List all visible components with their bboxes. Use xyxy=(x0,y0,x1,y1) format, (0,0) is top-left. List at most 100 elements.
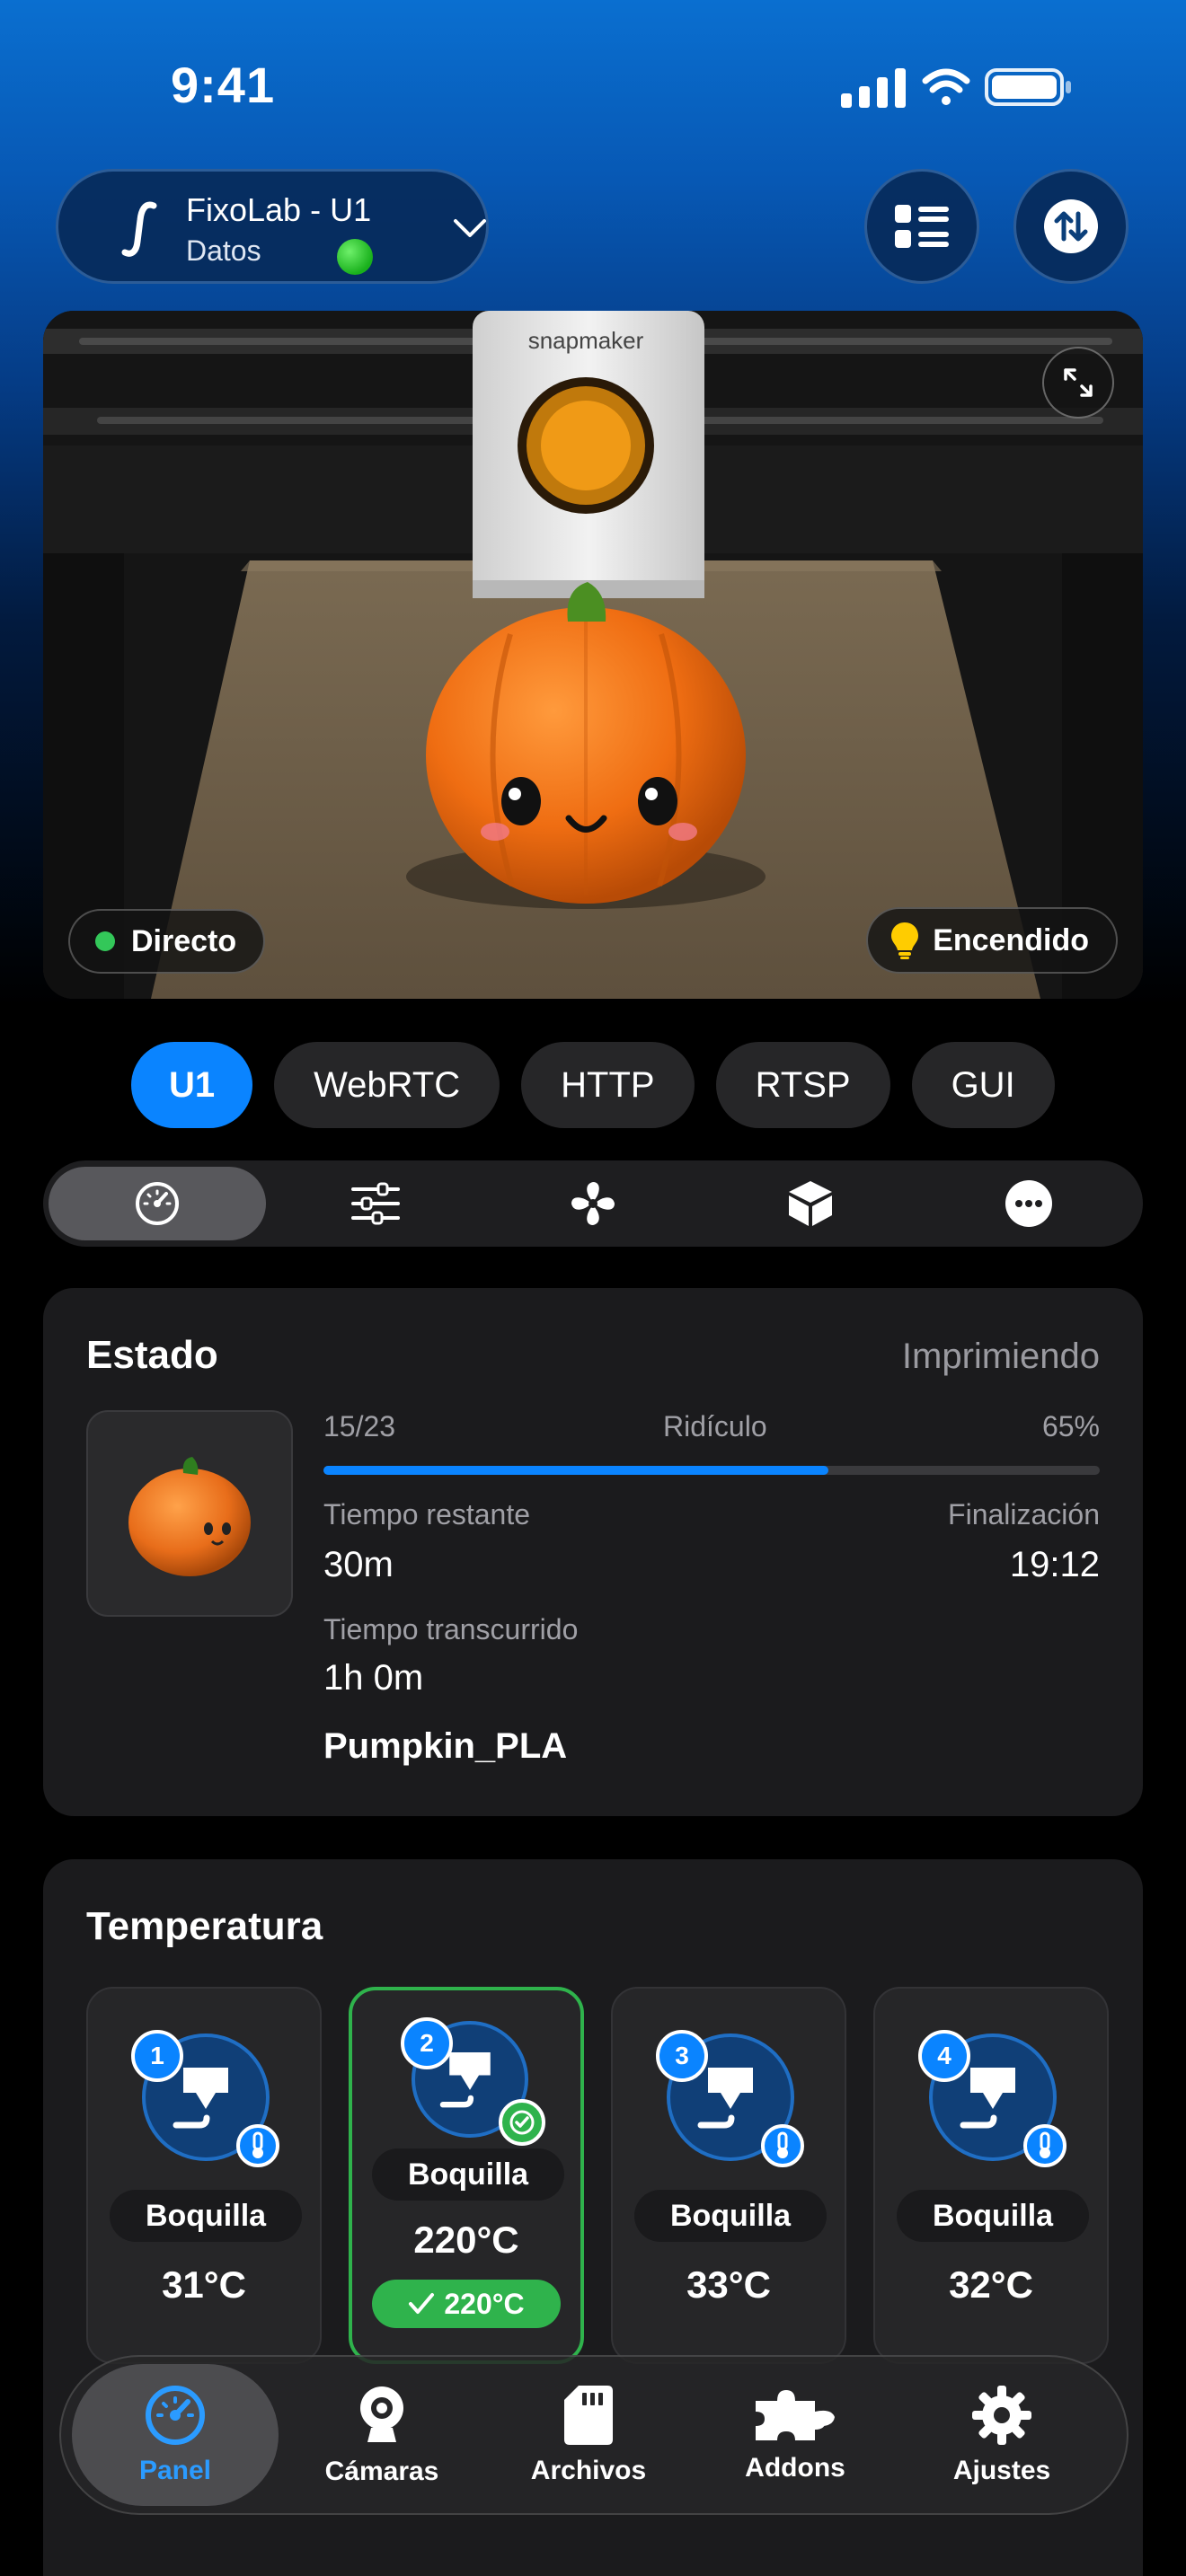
nozzle-temperature: 220°C xyxy=(413,2219,519,2261)
fan-icon xyxy=(571,1182,615,1225)
checkmark-icon xyxy=(409,2293,435,2314)
segment-filament[interactable] xyxy=(702,1167,919,1240)
nozzle-label: Boquilla xyxy=(110,2190,302,2242)
camera-feed[interactable]: snapmaker Directo Encendido xyxy=(43,311,1143,999)
nozzle-tiles: 1 Boquilla 31°C 2 Boquilla 220°C 220°C 3… xyxy=(86,1987,1109,2364)
chip-gui[interactable]: GUI xyxy=(911,1042,1055,1128)
live-dot xyxy=(95,931,115,951)
tab-label: Cámaras xyxy=(324,2457,439,2486)
status-card-title: Estado xyxy=(86,1333,218,1377)
remaining-value: 30m xyxy=(323,1545,394,1584)
file-name: Pumpkin_PLA xyxy=(323,1726,568,1766)
tab-cameras[interactable]: Cámaras xyxy=(279,2364,485,2506)
printer-subtitle: Datos xyxy=(186,234,261,267)
panel-segmented-control xyxy=(43,1160,1143,1247)
remaining-label: Tiempo restante xyxy=(323,1498,531,1531)
check-circle-icon xyxy=(499,2099,545,2146)
speed-mode: Ridículo xyxy=(663,1410,767,1442)
sd-card-icon xyxy=(564,2386,613,2445)
tab-label: Ajustes xyxy=(952,2456,1051,2485)
puzzle-icon xyxy=(756,2390,835,2440)
gauge-icon xyxy=(136,1182,180,1225)
nozzle-number-badge: 2 xyxy=(401,2017,453,2069)
tab-bar: Panel Cámaras Archivos Addons Ajustes xyxy=(59,2355,1128,2515)
progress-bar xyxy=(323,1466,1100,1475)
fixolab-logo-icon xyxy=(121,201,157,257)
expand-icon xyxy=(1064,368,1093,397)
segment-fans[interactable] xyxy=(484,1167,702,1240)
gear-icon xyxy=(972,2386,1031,2445)
list-view-button[interactable] xyxy=(864,169,979,284)
chevron-down-icon xyxy=(454,219,486,237)
nozzle-temperature: 31°C xyxy=(162,2263,246,2306)
light-toggle-button[interactable]: Encendido xyxy=(866,907,1118,974)
live-badge: Directo xyxy=(68,909,266,974)
light-label: Encendido xyxy=(933,922,1089,957)
layer-progress: 15/23 xyxy=(323,1410,396,1442)
box-icon xyxy=(789,1181,833,1226)
nozzle-temperature: 32°C xyxy=(949,2263,1033,2306)
printer-name: FixoLab - U1 xyxy=(186,191,372,228)
temperature-card-title: Temperatura xyxy=(86,1904,323,1948)
finish-value: 19:12 xyxy=(1009,1545,1100,1584)
pumpkin-thumbnail-image xyxy=(128,1457,251,1576)
camera-source-chips: U1 WebRTC HTTP RTSP GUI xyxy=(131,1042,1055,1128)
more-icon xyxy=(1005,1180,1052,1227)
thermometer-icon xyxy=(761,2124,804,2167)
chip-u1[interactable]: U1 xyxy=(131,1042,253,1128)
nozzle-label: Boquilla xyxy=(634,2190,827,2242)
tab-panel[interactable]: Panel xyxy=(72,2364,279,2506)
status-icons xyxy=(841,68,1071,108)
finish-label: Finalización xyxy=(948,1498,1100,1531)
transfer-button[interactable] xyxy=(1013,169,1128,284)
gauge-icon xyxy=(146,2386,205,2445)
status-card: Estado Imprimiendo 15/23 Ridículo 65% Ti… xyxy=(43,1288,1143,1816)
connection-status-dot xyxy=(337,239,373,275)
tab-label: Archivos xyxy=(530,2456,647,2485)
nozzle-label: Boquilla xyxy=(897,2190,1089,2242)
chip-webrtc[interactable]: WebRTC xyxy=(274,1042,500,1128)
nozzle-tile-3[interactable]: 3 Boquilla 33°C xyxy=(611,1987,846,2364)
tab-label: Panel xyxy=(138,2456,212,2485)
sliders-icon xyxy=(350,1182,400,1225)
chip-http[interactable]: HTTP xyxy=(521,1042,695,1128)
nozzle-tile-2[interactable]: 2 Boquilla 220°C 220°C xyxy=(349,1987,584,2364)
nozzle-tile-1[interactable]: 1 Boquilla 31°C xyxy=(86,1987,322,2364)
tab-files[interactable]: Archivos xyxy=(485,2364,692,2506)
tab-label: Addons xyxy=(745,2453,845,2483)
tab-addons[interactable]: Addons xyxy=(692,2364,898,2506)
list-icon xyxy=(895,205,949,248)
segment-more[interactable] xyxy=(920,1167,1137,1240)
elapsed-label: Tiempo transcurrido xyxy=(323,1613,579,1645)
elapsed-value: 1h 0m xyxy=(323,1658,424,1698)
chip-rtsp[interactable]: RTSP xyxy=(715,1042,890,1128)
tab-settings[interactable]: Ajustes xyxy=(898,2364,1105,2506)
nozzle-tile-4[interactable]: 4 Boquilla 32°C xyxy=(873,1987,1109,2364)
wifi-icon xyxy=(922,68,970,105)
printer-selector[interactable]: FixoLab - U1 Datos xyxy=(56,169,489,284)
printer-brand-text: snapmaker xyxy=(528,327,644,354)
nozzle-number-badge: 4 xyxy=(918,2030,970,2082)
nozzle-label: Boquilla xyxy=(372,2148,564,2201)
webcam-icon xyxy=(360,2386,403,2442)
fullscreen-button[interactable] xyxy=(1042,347,1114,419)
nozzle-number-badge: 1 xyxy=(131,2030,183,2082)
print-status: Imprimiendo xyxy=(901,1337,1100,1376)
model-thumbnail[interactable] xyxy=(86,1410,293,1617)
thermometer-icon xyxy=(1023,2124,1067,2167)
nozzle-temperature: 33°C xyxy=(686,2263,771,2306)
camera-image: snapmaker xyxy=(43,311,1143,999)
segment-dashboard[interactable] xyxy=(49,1167,267,1240)
arrows-up-down-icon xyxy=(1044,199,1098,253)
cellular-signal-icon xyxy=(841,68,906,108)
segment-settings[interactable] xyxy=(266,1167,483,1240)
lightbulb-icon xyxy=(891,922,919,959)
nozzle-number-badge: 3 xyxy=(656,2030,708,2082)
status-time: 9:41 xyxy=(171,57,276,113)
thermometer-icon xyxy=(236,2124,279,2167)
battery-icon xyxy=(985,68,1071,106)
target-temperature: 220°C xyxy=(444,2287,525,2320)
live-label: Directo xyxy=(131,923,237,958)
progress-bar-fill xyxy=(323,1466,828,1475)
target-temperature-badge[interactable]: 220°C xyxy=(372,2280,561,2328)
